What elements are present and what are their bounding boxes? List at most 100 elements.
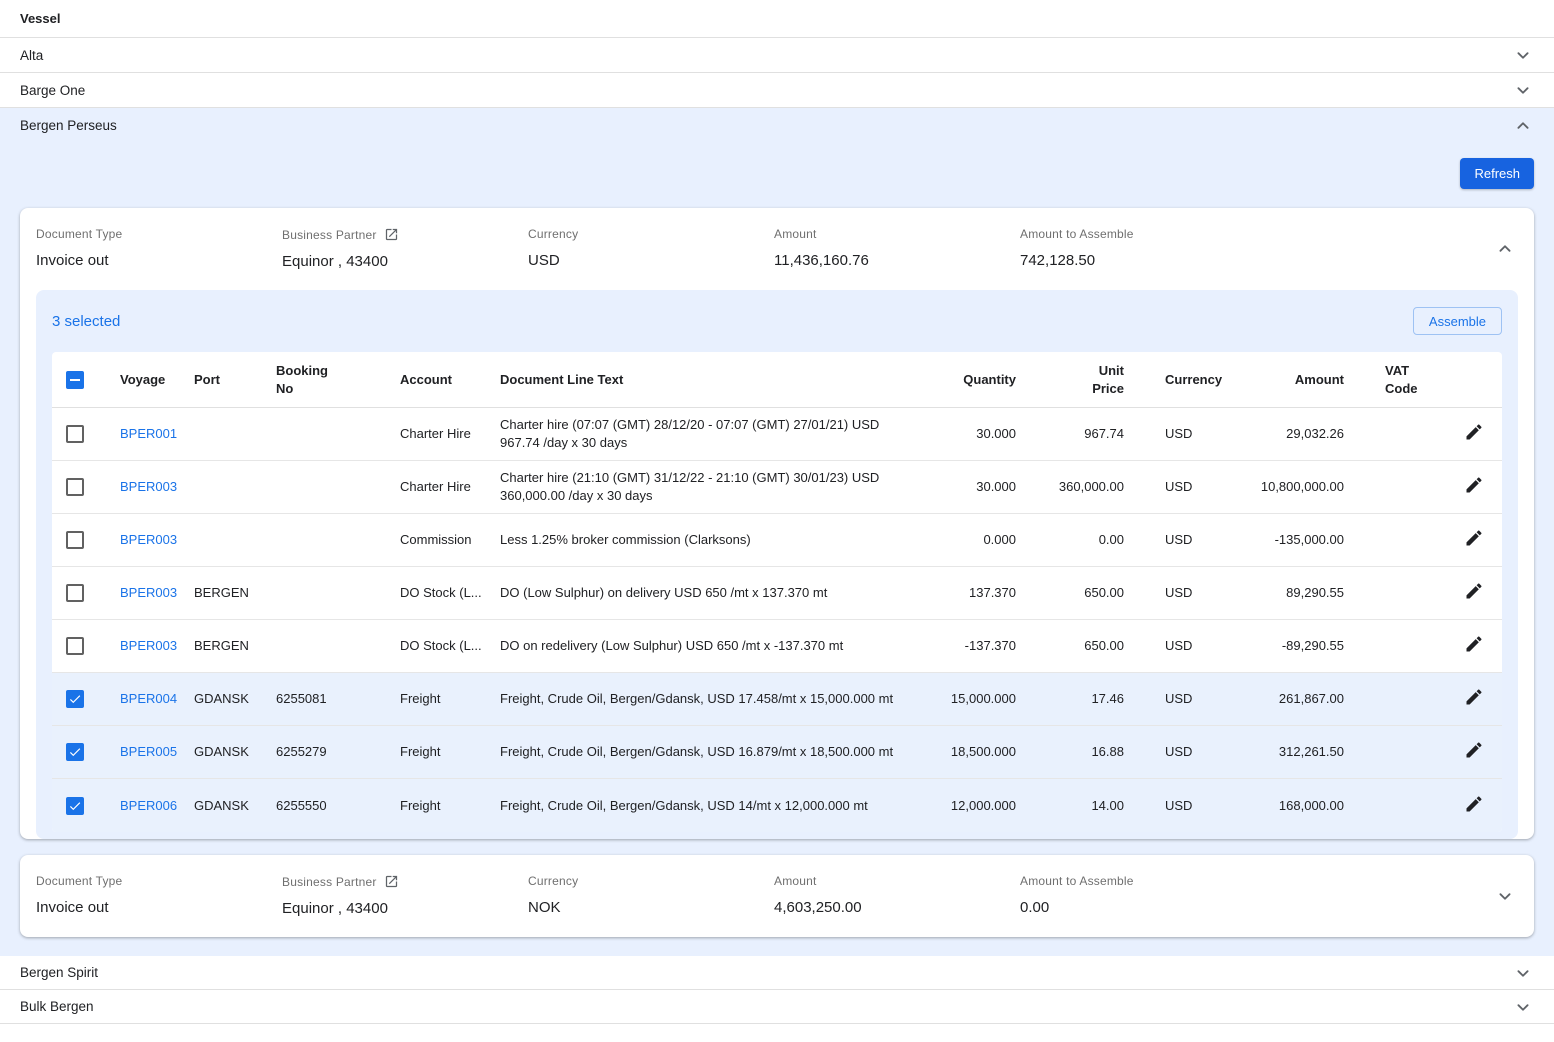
document-line-text-cell: DO (Low Sulphur) on delivery USD 650 /mt… <box>500 578 932 608</box>
document-summary-fields: Document Type Invoice out Business Partn… <box>20 855 1534 937</box>
currency-cell: USD <box>1132 631 1220 661</box>
voyage-link[interactable]: BPER003 <box>120 479 177 494</box>
document-type-label: Document Type <box>36 227 282 241</box>
vat-code-cell <box>1352 534 1442 546</box>
column-header-voyage: Voyage <box>98 365 194 395</box>
voyage-link[interactable]: BPER005 <box>120 744 177 759</box>
chevron-up-icon[interactable] <box>1512 115 1534 137</box>
port-cell: BERGEN <box>194 578 276 608</box>
refresh-button[interactable]: Refresh <box>1460 158 1534 189</box>
currency-cell: USD <box>1132 684 1220 714</box>
select-all-checkbox[interactable] <box>66 371 84 389</box>
document-line-text-cell: Less 1.25% broker commission (Clarksons) <box>500 525 932 555</box>
row-checkbox[interactable] <box>66 637 84 655</box>
row-checkbox[interactable] <box>66 425 84 443</box>
voyage-link[interactable]: BPER003 <box>120 532 177 547</box>
field-amount-to-assemble: Amount to Assemble 742,128.50 <box>1020 227 1266 269</box>
row-checkbox[interactable] <box>66 743 84 761</box>
field-amount-to-assemble: Amount to Assemble 0.00 <box>1020 874 1266 916</box>
vessel-accordion-bergen-perseus-expanded: Bergen Perseus Refresh Document Type Inv… <box>0 108 1554 956</box>
vessel-accordion-bergen-spirit[interactable]: Bergen Spirit <box>0 956 1554 990</box>
edit-icon[interactable] <box>1464 422 1488 446</box>
vessel-accordion-bulk-bergen[interactable]: Bulk Bergen <box>0 990 1554 1024</box>
table-header-row: Voyage Port Booking No Account Document … <box>52 352 1502 408</box>
row-checkbox[interactable] <box>66 531 84 549</box>
chevron-down-icon[interactable] <box>1512 79 1534 101</box>
selection-bar: 3 selected Assemble <box>52 290 1502 352</box>
amount-cell: 10,800,000.00 <box>1220 472 1352 502</box>
column-header-vat-code: VAT Code <box>1352 356 1442 403</box>
vat-code-cell <box>1352 693 1442 705</box>
account-cell: DO Stock (L... <box>400 631 500 661</box>
booking-no-cell <box>276 481 400 493</box>
table-row: BPER003 BERGEN DO Stock (L... DO (Low Su… <box>52 567 1502 620</box>
currency-label: Currency <box>528 227 774 241</box>
table-row: BPER003 Charter Hire Charter hire (21:10… <box>52 461 1502 514</box>
external-link-icon[interactable] <box>384 227 399 242</box>
edit-icon[interactable] <box>1464 581 1488 605</box>
document-card-usd: Document Type Invoice out Business Partn… <box>20 208 1534 839</box>
document-line-text-cell: Freight, Crude Oil, Bergen/Gdansk, USD 1… <box>500 684 932 714</box>
vessel-accordion-bergen-perseus-header[interactable]: Bergen Perseus <box>0 108 1554 143</box>
currency-cell: USD <box>1132 472 1220 502</box>
field-amount: Amount 11,436,160.76 <box>774 227 1020 269</box>
account-cell: Freight <box>400 791 500 821</box>
booking-no-cell: 6255081 <box>276 684 400 714</box>
row-checkbox[interactable] <box>66 690 84 708</box>
quantity-cell: 30.000 <box>932 472 1024 502</box>
business-partner-value: Equinor , 43400 <box>282 900 528 917</box>
account-cell: Charter Hire <box>400 419 500 449</box>
document-line-text-cell: Freight, Crude Oil, Bergen/Gdansk, USD 1… <box>500 791 932 821</box>
collapse-card-chevron-up-icon[interactable] <box>1494 238 1516 260</box>
port-cell <box>194 428 276 440</box>
unit-price-cell: 650.00 <box>1024 631 1132 661</box>
voyage-link[interactable]: BPER001 <box>120 426 177 441</box>
unit-price-cell: 14.00 <box>1024 791 1132 821</box>
edit-icon[interactable] <box>1464 528 1488 552</box>
vessel-accordion-barge-one[interactable]: Barge One <box>0 73 1554 108</box>
expand-card-chevron-down-icon[interactable] <box>1494 885 1516 907</box>
port-cell: GDANSK <box>194 737 276 767</box>
voyage-link[interactable]: BPER006 <box>120 798 177 813</box>
currency-cell: USD <box>1132 525 1220 555</box>
edit-icon[interactable] <box>1464 794 1488 818</box>
currency-cell: USD <box>1132 791 1220 821</box>
chevron-down-icon[interactable] <box>1512 996 1534 1018</box>
row-checkbox[interactable] <box>66 797 84 815</box>
currency-cell: USD <box>1132 737 1220 767</box>
edit-icon[interactable] <box>1464 687 1488 711</box>
unit-price-cell: 17.46 <box>1024 684 1132 714</box>
amount-to-assemble-value: 742,128.50 <box>1020 252 1266 269</box>
edit-icon[interactable] <box>1464 634 1488 658</box>
document-line-text-cell: Freight, Crude Oil, Bergen/Gdansk, USD 1… <box>500 737 932 767</box>
column-header-account: Account <box>400 365 500 395</box>
refresh-row: Refresh <box>0 143 1554 208</box>
row-checkbox[interactable] <box>66 478 84 496</box>
voyage-link[interactable]: BPER003 <box>120 638 177 653</box>
voyage-link[interactable]: BPER003 <box>120 585 177 600</box>
amount-cell: -135,000.00 <box>1220 525 1352 555</box>
currency-value: USD <box>528 252 774 269</box>
vessel-accordion-alta[interactable]: Alta <box>0 38 1554 73</box>
column-header-booking-no: Booking No <box>276 356 400 403</box>
unit-price-cell: 360,000.00 <box>1024 472 1132 502</box>
external-link-icon[interactable] <box>384 874 399 889</box>
port-cell: GDANSK <box>194 791 276 821</box>
amount-to-assemble-label: Amount to Assemble <box>1020 874 1266 888</box>
amount-cell: -89,290.55 <box>1220 631 1352 661</box>
page-title: Vessel <box>20 11 61 26</box>
chevron-down-icon[interactable] <box>1512 962 1534 984</box>
table-row: BPER001 Charter Hire Charter hire (07:07… <box>52 408 1502 461</box>
port-cell: BERGEN <box>194 631 276 661</box>
amount-cell: 312,261.50 <box>1220 737 1352 767</box>
row-checkbox[interactable] <box>66 584 84 602</box>
edit-icon[interactable] <box>1464 740 1488 764</box>
chevron-down-icon[interactable] <box>1512 44 1534 66</box>
document-line-text-cell: Charter hire (07:07 (GMT) 28/12/20 - 07:… <box>500 410 932 457</box>
vessel-label: Barge One <box>20 83 85 98</box>
assemble-button[interactable]: Assemble <box>1413 307 1502 335</box>
voyage-link[interactable]: BPER004 <box>120 691 177 706</box>
document-type-label: Document Type <box>36 874 282 888</box>
edit-icon[interactable] <box>1464 475 1488 499</box>
amount-label: Amount <box>774 874 1020 888</box>
